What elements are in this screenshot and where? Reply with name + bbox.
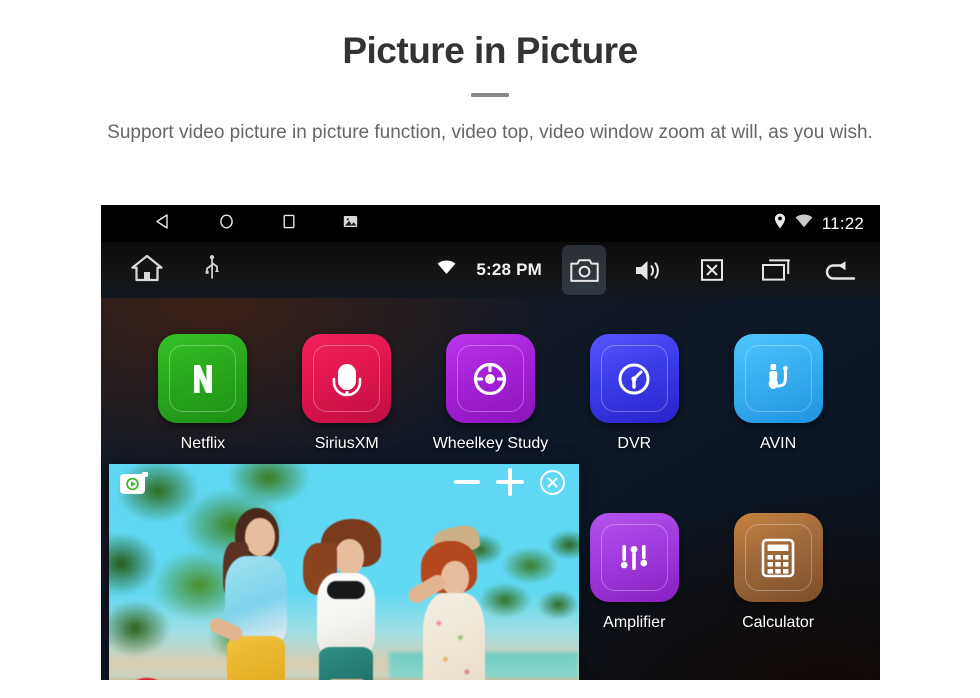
wifi-icon xyxy=(437,260,456,280)
nav-bar-right: 5:28 PM xyxy=(437,242,862,298)
wifi-icon xyxy=(795,214,813,233)
app-label: DVR xyxy=(617,435,652,452)
android-status-bar: 11:22 xyxy=(101,205,880,242)
app-label: SiriusXM xyxy=(314,435,379,452)
app-label: Calculator xyxy=(742,614,815,631)
calculator-icon[interactable] xyxy=(733,513,823,602)
launcher-nav-bar: 5:28 PM xyxy=(101,242,880,298)
app-label: AVIN xyxy=(760,435,797,452)
home-icon[interactable] xyxy=(131,254,163,287)
app-item-calculator[interactable]: Calculator xyxy=(706,495,850,674)
pip-video-content[interactable]: eicare xyxy=(109,464,579,680)
device-screenshot: 11:22 5:28 PM Netflix SiriusXM Wheelkey … xyxy=(101,205,880,680)
app-item-avin[interactable]: AVIN xyxy=(706,316,850,495)
status-bar-indicators: 11:22 xyxy=(774,205,864,242)
title-divider xyxy=(471,92,509,97)
recents-button[interactable] xyxy=(754,245,798,295)
siriusxm-icon[interactable] xyxy=(302,334,392,423)
amplifier-icon[interactable] xyxy=(589,513,679,602)
app-label: Netflix xyxy=(180,435,226,452)
close-button[interactable] xyxy=(690,245,734,295)
home-circle-icon[interactable] xyxy=(218,213,235,235)
app-item-dvr[interactable]: DVR xyxy=(562,316,706,495)
wheelkey-icon[interactable] xyxy=(445,334,535,423)
launcher-home-screen: Netflix SiriusXM Wheelkey Study DVR AVIN… xyxy=(101,298,880,680)
camera-screenshot-button[interactable] xyxy=(562,245,606,295)
location-pin-icon xyxy=(774,213,786,234)
nav-bar-clock: 5:28 PM xyxy=(476,260,542,279)
video-figure-right xyxy=(387,522,509,680)
video-player-badge-icon xyxy=(120,472,148,494)
recents-square-icon[interactable] xyxy=(281,213,297,235)
back-button[interactable] xyxy=(818,245,862,295)
status-bar-clock: 11:22 xyxy=(821,213,864,233)
volume-button[interactable] xyxy=(626,245,670,295)
picture-in-picture-window[interactable]: eicare xyxy=(109,464,579,680)
nav-bar-left xyxy=(101,254,219,287)
screenshot-icon[interactable] xyxy=(343,215,358,233)
status-bar-nav-icons xyxy=(101,213,358,235)
avin-icon[interactable] xyxy=(733,334,823,423)
app-label: Amplifier xyxy=(603,614,666,631)
app-label: Wheelkey Study xyxy=(432,435,549,452)
pip-window-controls xyxy=(454,468,565,496)
pip-close-button[interactable] xyxy=(540,469,565,495)
netflix-icon[interactable] xyxy=(158,334,248,423)
app-item-amplifier[interactable]: Amplifier xyxy=(562,495,706,674)
pip-zoom-out-button[interactable] xyxy=(454,480,480,484)
page-subtitle: Support video picture in picture functio… xyxy=(107,121,873,143)
pip-zoom-in-button[interactable] xyxy=(496,468,524,496)
promo-header: Picture in Picture Support video picture… xyxy=(0,0,980,146)
page-title: Picture in Picture xyxy=(342,30,638,71)
usb-icon xyxy=(205,254,219,286)
dvr-icon[interactable] xyxy=(589,334,679,423)
back-icon[interactable] xyxy=(155,213,172,235)
